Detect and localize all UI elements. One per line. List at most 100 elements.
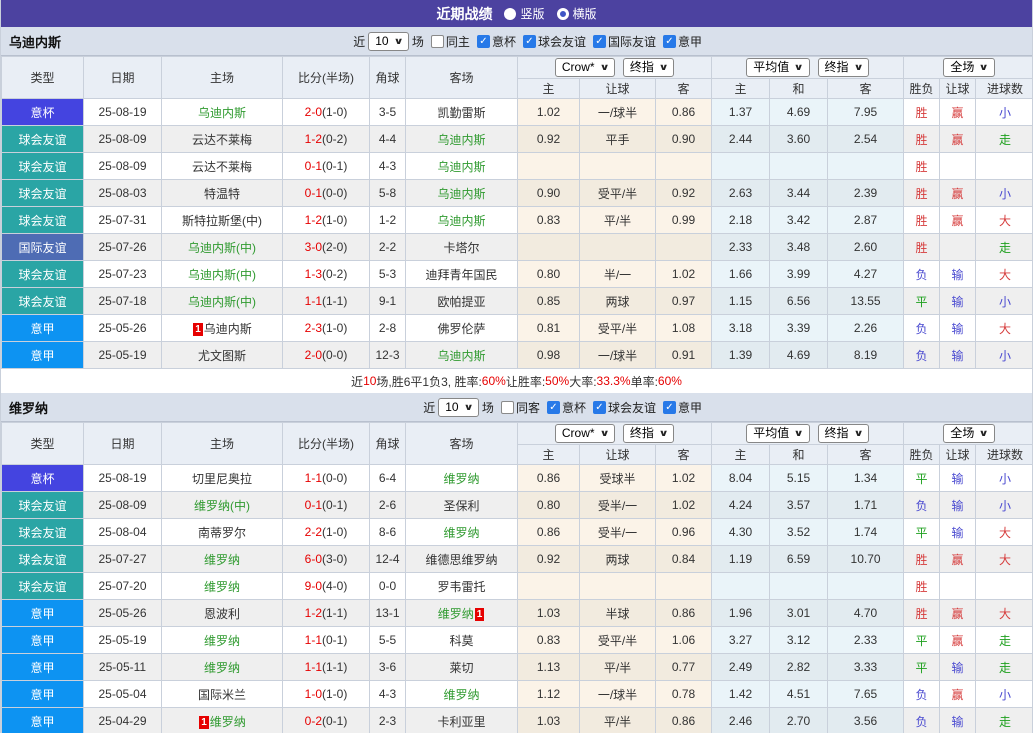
odds-away: 1.02 — [656, 261, 712, 288]
score: 9-0(4-0) — [283, 573, 370, 600]
result-wdl: 平 — [904, 288, 940, 315]
sub-col-header-2: 客 — [656, 79, 712, 99]
odds-away: 1.02 — [656, 492, 712, 519]
layout-radio-horizontal[interactable]: 横版 — [557, 5, 597, 22]
match-count-select-1[interactable]: 10∨ — [438, 398, 479, 417]
table-row: 意甲 25-05-26 1乌迪内斯 2-3(1-0) 2-8 佛罗伦萨 0.81… — [2, 315, 1033, 342]
summary-segment: 让胜率: — [506, 373, 545, 390]
average-select-0[interactable]: 平均值∨ — [746, 58, 809, 77]
match-count-select-0[interactable]: 10∨ — [368, 32, 409, 51]
result-handicap: 输 — [940, 315, 976, 342]
result-goals: 大 — [976, 600, 1033, 627]
handicap-line: 一/球半 — [580, 681, 656, 708]
result-goals: 走 — [976, 234, 1033, 261]
match-date: 25-07-31 — [84, 207, 162, 234]
summary-segment: 场,胜6平1负3, 胜率: — [376, 373, 481, 390]
avg-home: 1.96 — [712, 600, 770, 627]
checkbox-label: 同客 — [516, 399, 540, 416]
avg-home: 3.18 — [712, 315, 770, 342]
match-date: 25-08-09 — [84, 126, 162, 153]
avg-draw: 4.51 — [770, 681, 828, 708]
team-name: 乌迪内斯 — [1, 32, 61, 51]
checkbox-label: 意杯 — [492, 33, 516, 50]
avg-draw — [770, 153, 828, 180]
away-team: 乌迪内斯 — [406, 180, 518, 207]
sub-col-header-2: 客 — [656, 445, 712, 465]
same-venue-filter-0[interactable]: 同主 — [431, 33, 470, 50]
avg-draw — [770, 573, 828, 600]
away-team: 维罗纳 — [406, 519, 518, 546]
sub-col-header-4: 和 — [770, 79, 828, 99]
score: 2-0(1-0) — [283, 99, 370, 126]
home-team: 乌迪内斯(中) — [162, 261, 283, 288]
sub-col-header-7: 让球 — [940, 79, 976, 99]
match-type-badge: 球会友谊 — [2, 288, 84, 315]
score: 2-2(1-0) — [283, 519, 370, 546]
scope-select-0[interactable]: 全场∨ — [943, 58, 994, 77]
avg-draw: 3.42 — [770, 207, 828, 234]
sub-col-header-0: 主 — [518, 445, 580, 465]
avg-draw: 3.60 — [770, 126, 828, 153]
match-type-badge: 意杯 — [2, 99, 84, 126]
match-date: 25-04-29 — [84, 708, 162, 733]
odds-home: 0.92 — [518, 546, 580, 573]
away-team: 科莫 — [406, 627, 518, 654]
league-filter-0-3[interactable]: ✓意甲 — [663, 33, 702, 50]
checked-checkbox-icon: ✓ — [593, 401, 606, 414]
select-value: 10 — [375, 34, 388, 49]
final-avg-select-0[interactable]: 终指∨ — [818, 58, 869, 77]
final-odds-select-0[interactable]: 终指∨ — [623, 58, 674, 77]
handicap-line: 受半/一 — [580, 492, 656, 519]
bookmaker-select-1[interactable]: Crow*∨ — [555, 424, 615, 443]
league-filter-0-2[interactable]: ✓国际友谊 — [593, 33, 656, 50]
corner-count: 4-3 — [370, 681, 406, 708]
avg-draw: 3.48 — [770, 234, 828, 261]
league-filter-1-2[interactable]: ✓意甲 — [663, 399, 702, 416]
away-team: 凯勤雷斯 — [406, 99, 518, 126]
sub-col-header-8: 进球数 — [976, 79, 1033, 99]
recent-results-panel: 近期战绩 竖版 横版 乌迪内斯 近 10∨ 场 同主 ✓意杯✓球会友谊✓国际友谊… — [0, 0, 1033, 733]
checkbox-label: 同主 — [446, 33, 470, 50]
chevron-down-icon: ∨ — [658, 426, 668, 441]
league-filter-1-1[interactable]: ✓球会友谊 — [593, 399, 656, 416]
avg-home: 4.30 — [712, 519, 770, 546]
result-wdl: 胜 — [904, 99, 940, 126]
home-team: 维罗纳 — [162, 546, 283, 573]
result-wdl: 负 — [904, 315, 940, 342]
result-wdl: 负 — [904, 261, 940, 288]
league-filter-0-0[interactable]: ✓意杯 — [477, 33, 516, 50]
checked-checkbox-icon: ✓ — [477, 35, 490, 48]
match-date: 25-07-26 — [84, 234, 162, 261]
odds-away: 0.90 — [656, 126, 712, 153]
home-team: 斯特拉斯堡(中) — [162, 207, 283, 234]
final-odds-select-1[interactable]: 终指∨ — [623, 424, 674, 443]
average-select-1[interactable]: 平均值∨ — [746, 424, 809, 443]
col-header-2: 主场 — [162, 423, 283, 465]
odds-home: 0.83 — [518, 207, 580, 234]
result-wdl: 胜 — [904, 126, 940, 153]
chevron-down-icon: ∨ — [794, 60, 804, 75]
result-handicap: 赢 — [940, 600, 976, 627]
league-filter-1-0[interactable]: ✓意杯 — [547, 399, 586, 416]
league-filter-0-1[interactable]: ✓球会友谊 — [523, 33, 586, 50]
col-header-2: 主场 — [162, 57, 283, 99]
corner-count: 6-4 — [370, 465, 406, 492]
same-venue-filter-1[interactable]: 同客 — [501, 399, 540, 416]
corner-count: 5-5 — [370, 627, 406, 654]
odds-home: 0.80 — [518, 492, 580, 519]
filter-controls: 近 10∨ 场 同客 ✓意杯✓球会友谊✓意甲 — [423, 398, 702, 417]
corner-count: 0-0 — [370, 573, 406, 600]
final-avg-select-1[interactable]: 终指∨ — [818, 424, 869, 443]
layout-radio-vertical[interactable]: 竖版 — [504, 5, 544, 22]
sub-col-header-3: 主 — [712, 79, 770, 99]
away-team: 乌迪内斯 — [406, 342, 518, 369]
odds-home: 0.86 — [518, 465, 580, 492]
result-handicap: 赢 — [940, 126, 976, 153]
sub-col-header-6: 胜负 — [904, 79, 940, 99]
scope-select-1[interactable]: 全场∨ — [943, 424, 994, 443]
bookmaker-select-0[interactable]: Crow*∨ — [555, 58, 615, 77]
match-date: 25-05-11 — [84, 654, 162, 681]
col-header-5: 客场 — [406, 57, 518, 99]
match-date: 25-05-19 — [84, 627, 162, 654]
match-type-badge: 球会友谊 — [2, 492, 84, 519]
